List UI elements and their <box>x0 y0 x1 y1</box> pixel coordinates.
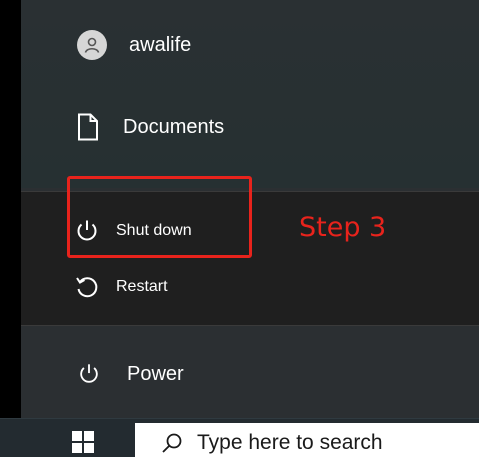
taskbar-search-box[interactable] <box>135 423 479 457</box>
restart-option[interactable]: Restart <box>74 270 168 304</box>
start-button[interactable] <box>70 429 98 457</box>
documents-label: Documents <box>123 115 225 138</box>
document-icon <box>77 113 99 141</box>
windows-logo-icon <box>70 431 96 457</box>
user-avatar-icon <box>77 30 107 60</box>
taskbar <box>0 418 479 457</box>
search-icon <box>161 432 183 454</box>
restart-label: Restart <box>116 278 168 295</box>
search-input[interactable] <box>197 430 457 455</box>
restart-icon <box>74 274 100 300</box>
documents-item[interactable]: Documents <box>77 108 224 146</box>
user-account-item[interactable]: awalife <box>77 28 191 62</box>
user-name: awalife <box>129 33 192 56</box>
power-label: Power <box>127 362 184 385</box>
step-highlight-box <box>67 176 252 258</box>
power-button[interactable]: Power <box>77 355 184 393</box>
step-label: Step 3 <box>299 212 387 243</box>
power-icon <box>77 362 101 386</box>
screenshot-frame: awalife Documents Shut down Restart Powe… <box>0 0 479 457</box>
screen-edge <box>0 0 21 418</box>
